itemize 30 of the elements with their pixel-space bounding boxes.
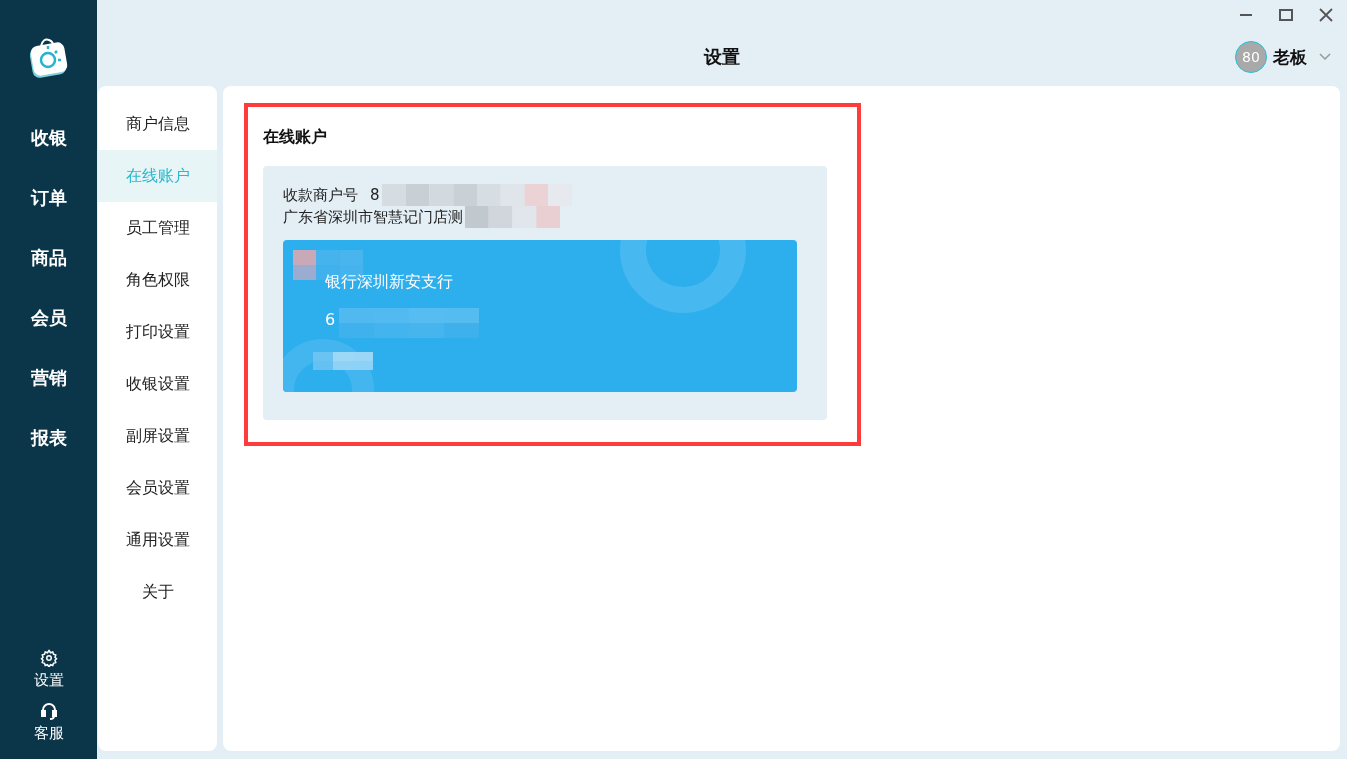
nav-item[interactable]: 订单 — [30, 184, 67, 211]
headset-icon[interactable] — [40, 702, 57, 720]
page-title: 设置 — [704, 45, 740, 69]
settings-menu-item[interactable]: 副屏设置 — [98, 410, 217, 462]
section-title: 在线账户 — [263, 127, 328, 148]
redaction-mosaic — [313, 352, 373, 370]
nav-item[interactable]: 报表 — [30, 424, 67, 451]
card-number: 6 — [325, 310, 336, 329]
close-icon[interactable] — [1319, 8, 1333, 22]
settings-icon[interactable] — [39, 649, 58, 667]
settings-menu-item[interactable]: 关于 — [98, 566, 217, 618]
sidebar-label[interactable]: 客服 — [33, 724, 64, 743]
nav-item[interactable]: 营销 — [30, 364, 67, 391]
settings-menu-item[interactable]: 商户信息 — [98, 98, 217, 150]
bank-name: 银行深圳新安支行 — [325, 272, 453, 293]
nav-item[interactable]: 会员 — [30, 304, 67, 331]
settings-menu-item[interactable]: 通用设置 — [98, 514, 217, 566]
settings-menu-item[interactable]: 会员设置 — [98, 462, 217, 514]
merchant-no-value: 8 — [370, 185, 380, 206]
merchant-no-label: 收款商户号 — [283, 185, 358, 206]
user-name[interactable]: 老板 — [1273, 45, 1307, 69]
nav-item[interactable]: 收银 — [30, 124, 67, 151]
store-name: 广东省深圳市智慧记门店测 — [283, 207, 463, 228]
nav-item[interactable]: 商品 — [30, 244, 67, 271]
sidebar-label[interactable]: 设置 — [33, 671, 64, 690]
settings-menu-item[interactable]: 员工管理 — [98, 202, 217, 254]
settings-menu-item[interactable]: 打印设置 — [98, 306, 217, 358]
settings-menu-item[interactable]: 角色权限 — [98, 254, 217, 306]
settings-menu-item[interactable]: 收银设置 — [98, 358, 217, 410]
maximize-icon[interactable] — [1279, 8, 1293, 22]
